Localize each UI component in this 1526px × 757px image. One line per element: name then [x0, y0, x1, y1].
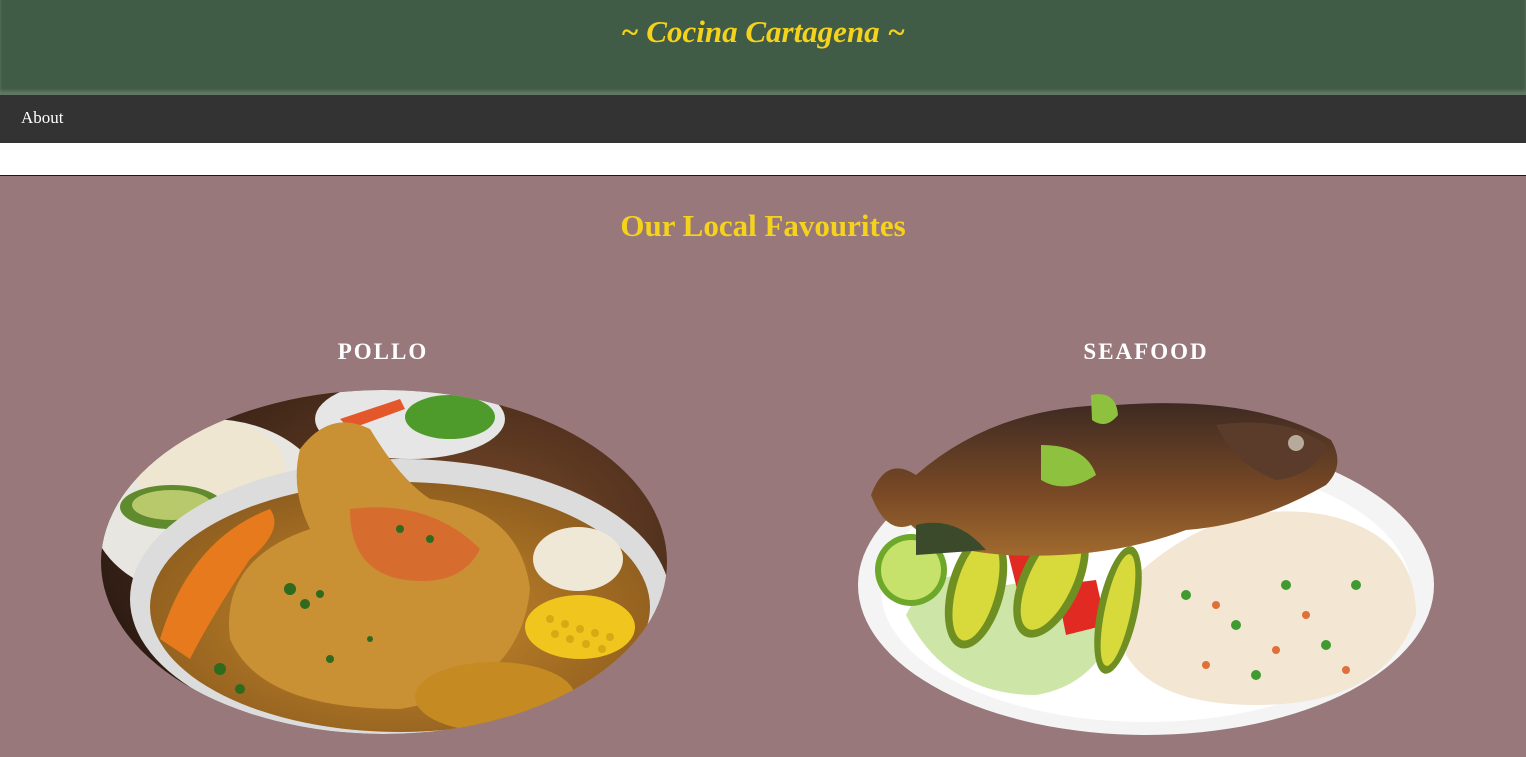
- site-title: ~ Cocina Cartagena ~: [620, 14, 906, 49]
- seafood-dish-image: [858, 394, 1434, 735]
- site-header: ~ Cocina Cartagena ~: [0, 0, 1526, 95]
- section-title: Our Local Favourites: [620, 208, 906, 243]
- dish-title-pollo: POLLO: [337, 339, 429, 364]
- content-spacer: [0, 143, 1526, 175]
- favourites-section: Our Local Favourites POLLO SEAFOOD: [0, 175, 1526, 757]
- nav-bar: About: [0, 95, 1526, 143]
- nav-link-about[interactable]: About: [21, 108, 64, 128]
- dish-title-seafood: SEAFOOD: [1083, 339, 1209, 364]
- pollo-dish-image: [101, 390, 667, 734]
